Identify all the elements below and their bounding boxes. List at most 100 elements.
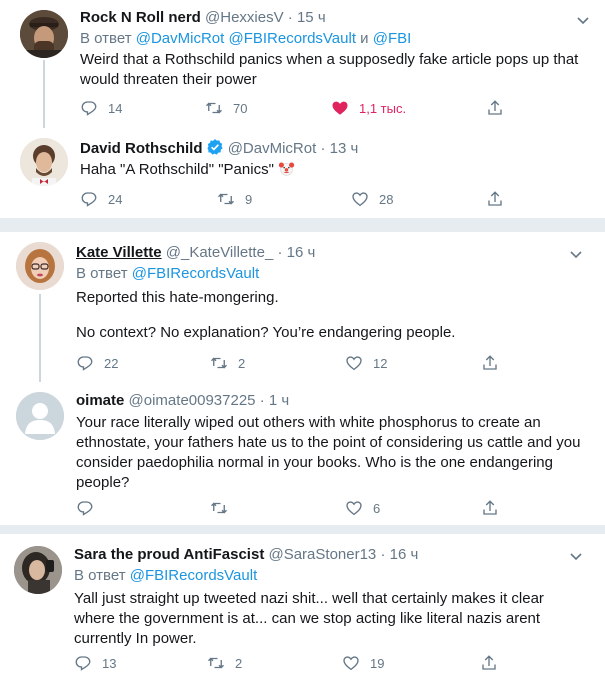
display-name[interactable]: oimate: [76, 392, 124, 409]
avatar[interactable]: [16, 242, 64, 290]
separator-dot: ·: [277, 244, 283, 261]
timestamp[interactable]: 13 ч: [330, 140, 359, 157]
mention-link[interactable]: @FBIRecordsVault: [132, 265, 260, 282]
tweet-header: Sara the proud AntiFascist @SaraStoner13…: [74, 545, 418, 565]
retweet-count: 2: [235, 655, 243, 671]
retweet-count: 70: [233, 100, 248, 116]
tweet-text: No context? No explanation? You’re endan…: [76, 324, 456, 341]
timestamp[interactable]: 1 ч: [269, 392, 289, 409]
user-handle[interactable]: @HexxiesV: [205, 9, 284, 26]
like-button[interactable]: 6: [345, 498, 380, 518]
mention-link[interactable]: @FBIRecordsVault: [229, 30, 357, 47]
tweet[interactable]: Sara the proud AntiFascist @SaraStoner13…: [0, 534, 605, 699]
retweet-button[interactable]: [210, 498, 238, 518]
retweet-icon: [211, 502, 227, 514]
avatar[interactable]: [20, 10, 68, 58]
thread-connector: [39, 294, 41, 382]
caret-down-icon[interactable]: [573, 10, 593, 30]
retweet-button[interactable]: 70: [205, 98, 247, 118]
separator-dot: ·: [320, 140, 326, 157]
reply-count: 13: [102, 655, 117, 671]
reply-button[interactable]: 13: [74, 653, 116, 673]
avatar[interactable]: [16, 392, 64, 440]
share-icon: [488, 191, 502, 206]
like-count: 6: [373, 500, 381, 516]
reply-button[interactable]: 24: [80, 189, 122, 209]
user-handle[interactable]: @oimate00937225: [129, 392, 256, 409]
like-button[interactable]: 28: [351, 189, 393, 209]
separator-dot: ·: [259, 392, 265, 409]
reply-button[interactable]: 14: [80, 98, 122, 118]
like-count: 28: [379, 191, 394, 207]
reply-count: 22: [104, 355, 119, 371]
timestamp[interactable]: 15 ч: [297, 9, 326, 26]
tweet-header: David Rothschild @DavMicRot · 13 ч: [80, 138, 358, 162]
user-handle[interactable]: @SaraStoner13: [268, 546, 376, 563]
reply-prefix: В ответ: [74, 567, 126, 584]
user-handle[interactable]: @DavMicRot: [228, 140, 317, 157]
reply-button[interactable]: 22: [76, 353, 118, 373]
tweet-text-content: Haha "A Rothschild" "Panics": [80, 161, 274, 178]
mention-link[interactable]: @FBI: [373, 30, 412, 47]
like-count: 19: [370, 655, 385, 671]
share-button[interactable]: [486, 98, 504, 118]
tweet-header: Rock N Roll nerd @HexxiesV · 15 ч: [80, 8, 326, 28]
mention-link[interactable]: @DavMicRot: [136, 30, 225, 47]
avatar[interactable]: [14, 546, 62, 594]
retweet-button[interactable]: 2: [210, 353, 245, 373]
timestamp[interactable]: 16 ч: [287, 244, 316, 261]
reply-context: В ответ @FBIRecordsVault: [76, 264, 259, 284]
like-icon: [352, 192, 368, 207]
share-icon: [488, 100, 502, 115]
tweet-text: Weird that a Rothschild panics when a su…: [80, 51, 579, 88]
display-name[interactable]: Kate Villette: [76, 244, 162, 261]
tweet[interactable]: Kate Villette @_KateVillette_ · 16 ч В о…: [0, 232, 605, 382]
display-name[interactable]: David Rothschild: [80, 140, 203, 157]
caret-down-icon[interactable]: [566, 546, 586, 566]
like-count: 12: [373, 355, 388, 371]
like-icon: [343, 656, 359, 671]
share-icon: [482, 655, 496, 670]
tweet-header: oimate @oimate00937225 · 1 ч: [76, 391, 289, 411]
reply-count: 24: [108, 191, 123, 207]
reply-and: и: [360, 30, 369, 47]
separator-dot: ·: [380, 546, 386, 563]
conversation-block-3: Sara the proud AntiFascist @SaraStoner13…: [0, 534, 605, 699]
thread-connector: [43, 60, 45, 128]
tweet-text: Yall just straight up tweeted nazi shit.…: [74, 590, 544, 647]
user-handle[interactable]: @_KateVillette_: [166, 244, 274, 261]
tweet-text: Reported this hate-mongering.: [76, 289, 279, 306]
share-button[interactable]: [481, 498, 499, 518]
verified-badge-icon: [206, 138, 224, 162]
reply-icon: [75, 656, 91, 671]
share-button[interactable]: [486, 189, 504, 209]
like-button[interactable]: 12: [345, 353, 387, 373]
display-name[interactable]: Sara the proud AntiFascist: [74, 546, 264, 563]
tweet[interactable]: Rock N Roll nerd @HexxiesV · 15 ч В отве…: [0, 0, 605, 128]
share-button[interactable]: [481, 353, 499, 373]
reply-context: В ответ @DavMicRot @FBIRecordsVault и @F…: [80, 29, 411, 49]
retweet-button[interactable]: 2: [207, 653, 242, 673]
tweet[interactable]: David Rothschild @DavMicRot · 13 ч Haha …: [0, 126, 605, 218]
conversation-block-1: Rock N Roll nerd @HexxiesV · 15 ч В отве…: [0, 0, 605, 218]
like-icon: [346, 501, 362, 516]
reply-icon: [77, 356, 93, 371]
conversation-block-2: Kate Villette @_KateVillette_ · 16 ч В о…: [0, 232, 605, 525]
share-button[interactable]: [480, 653, 498, 673]
avatar[interactable]: [20, 138, 68, 186]
mention-link[interactable]: @FBIRecordsVault: [130, 567, 258, 584]
retweet-count: 2: [238, 355, 246, 371]
tweet-text: Haha "A Rothschild" "Panics": [80, 160, 585, 180]
timestamp[interactable]: 16 ч: [390, 546, 419, 563]
tweet-text: Your race literally wiped out others wit…: [76, 414, 581, 491]
like-button[interactable]: 19: [342, 653, 384, 673]
tweet[interactable]: oimate @oimate00937225 · 1 ч Your race l…: [0, 380, 605, 525]
caret-down-icon[interactable]: [566, 244, 586, 264]
display-name[interactable]: Rock N Roll nerd: [80, 9, 201, 26]
like-button[interactable]: 1,1 тыс.: [331, 98, 406, 118]
retweet-button[interactable]: 9: [217, 189, 252, 209]
retweet-icon: [218, 193, 234, 205]
reply-button[interactable]: [76, 498, 104, 518]
separator-dot: ·: [287, 9, 293, 26]
like-icon: [332, 101, 348, 115]
